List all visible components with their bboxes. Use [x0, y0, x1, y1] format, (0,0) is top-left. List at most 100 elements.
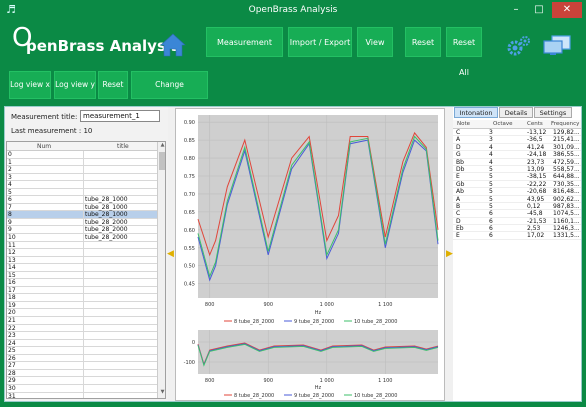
column-header-cents[interactable]: Cents	[527, 121, 543, 127]
import-export-button[interactable]: Import / Export	[288, 27, 352, 57]
table-row[interactable]: 23	[7, 332, 157, 340]
collapse-right-icon[interactable]: ▶	[446, 249, 453, 259]
reset-button[interactable]: Reset	[405, 27, 441, 57]
row-title	[83, 249, 85, 257]
home-icon[interactable]	[160, 32, 186, 58]
table-row[interactable]: 3	[7, 173, 157, 182]
gear-icon[interactable]	[505, 34, 531, 58]
column-header-note[interactable]: Note	[457, 121, 470, 127]
column-header-frequency[interactable]: Frequency	[551, 121, 579, 127]
table-row[interactable]: 19	[7, 301, 157, 310]
change-background-button[interactable]: Change background	[131, 71, 208, 115]
row-title: tube_28_1000	[83, 196, 128, 204]
table-row[interactable]: 16	[7, 279, 157, 287]
column-header-title[interactable]: title	[117, 143, 129, 150]
measurement-title-input[interactable]: measurement_1	[80, 110, 160, 122]
intonation-row[interactable]: Gb 5 -22,22 730,35...	[453, 181, 581, 189]
table-row[interactable]: 29	[7, 377, 157, 385]
table-row[interactable]: 30	[7, 384, 157, 393]
table-row[interactable]: 9 tube_28_2000	[7, 226, 157, 235]
log-view-y-button[interactable]: Log view y	[54, 71, 96, 99]
tab-details[interactable]: Details	[499, 107, 533, 118]
intonation-row[interactable]: Db 5 13,09 558,57...	[453, 165, 581, 174]
reset-all-button[interactable]: Reset All	[446, 27, 482, 77]
table-row[interactable]: 22	[7, 324, 157, 333]
intonation-row[interactable]: E 6 17,02 1331,5...	[453, 232, 581, 240]
intonation-cents: -13,12	[527, 129, 547, 136]
table-row[interactable]: 25	[7, 347, 157, 355]
table-row[interactable]: 28	[7, 369, 157, 378]
minimize-button[interactable]: –	[505, 2, 527, 18]
log-view-x-button[interactable]: Log view x	[9, 71, 51, 99]
intonation-note: G	[456, 151, 461, 159]
intonation-row[interactable]: G 4 -24,18 386,55...	[453, 151, 581, 159]
intonation-note: Ab	[456, 188, 464, 196]
close-button[interactable]: ✕	[552, 2, 582, 18]
table-row[interactable]: 13	[7, 256, 157, 265]
table-row[interactable]: 15	[7, 271, 157, 280]
column-header-octave[interactable]: Octave	[493, 121, 513, 127]
row-num: 13	[8, 256, 16, 264]
table-row[interactable]: 4	[7, 181, 157, 189]
intonation-row[interactable]: C 6 -45,8 1074,5...	[453, 210, 581, 218]
view-button[interactable]: View	[357, 27, 393, 57]
column-header-num[interactable]: Num	[37, 143, 51, 150]
table-row[interactable]: 18	[7, 294, 157, 302]
table-row[interactable]: 5	[7, 188, 157, 197]
table-row[interactable]: 27	[7, 362, 157, 370]
y-tick-label: 0.50	[184, 264, 195, 270]
screens-icon[interactable]	[543, 35, 571, 57]
intonation-cents: -24,18	[527, 151, 547, 159]
table-row[interactable]: 9 tube_28_2000	[7, 218, 157, 227]
table-row[interactable]: 26	[7, 354, 157, 363]
row-num: 7	[8, 203, 12, 211]
table-row[interactable]: 7 tube_28_1000	[7, 203, 157, 212]
intonation-row[interactable]: A 3 -36,5 215,41...	[453, 136, 581, 144]
plot-area	[198, 115, 438, 298]
intonation-frequency: 558,57...	[553, 165, 580, 173]
scroll-down-icon[interactable]: ▼	[158, 389, 165, 398]
table-row[interactable]: 24	[7, 339, 157, 348]
intonation-row[interactable]: C 3 -13,12 129,82...	[453, 129, 581, 137]
phase-chart[interactable]: 0 -100 800 900 1 000 1 100 Hz 8 tube_28_2000 9 t…	[176, 327, 444, 400]
table-row[interactable]: 17	[7, 286, 157, 295]
table-scrollbar[interactable]: ▲ ▼	[157, 142, 165, 398]
intonation-row[interactable]: E 5 -38,15 644,88...	[453, 173, 581, 181]
collapse-left-icon[interactable]: ◀	[167, 249, 174, 259]
tab-intonation[interactable]: Intonation	[454, 107, 498, 118]
table-row[interactable]: 2	[7, 166, 157, 174]
intonation-row[interactable]: Eb 6 2,53 1246,3...	[453, 225, 581, 233]
intonation-row[interactable]: D 4 41,24 301,09...	[453, 144, 581, 152]
x-tick-label: 1 100	[378, 378, 392, 384]
x-tick-label: 1 000	[320, 302, 334, 308]
table-row[interactable]: 8 tube_28_1000	[7, 211, 157, 219]
y-tick-label: 0.75	[184, 174, 195, 180]
table-row[interactable]: 21	[7, 317, 157, 325]
maximize-button[interactable]: □	[528, 2, 550, 18]
table-row[interactable]: 12	[7, 249, 157, 257]
tab-settings[interactable]: Settings	[534, 107, 572, 118]
table-row[interactable]: 0	[7, 151, 157, 159]
table-row[interactable]: 31	[7, 392, 157, 398]
intonation-row[interactable]: Ab 5 -20,68 816,48...	[453, 188, 581, 196]
table-row[interactable]: 6 tube_28_1000	[7, 196, 157, 204]
scroll-up-icon[interactable]: ▲	[158, 142, 165, 151]
row-num: 20	[8, 309, 16, 317]
table-row[interactable]: 20	[7, 309, 157, 318]
row-num: 22	[8, 324, 16, 332]
logo-text: penBrass Analysis	[26, 37, 180, 55]
intonation-row[interactable]: Bb 4 23,73 472,59...	[453, 159, 581, 166]
main-chart[interactable]: 0.90 0.85 0.80 0.75 0.70 0.65 0.60 0.55 0.50 0.45…	[176, 109, 444, 327]
table-row[interactable]: 10 tube_28_2000	[7, 234, 157, 242]
chart-reset-button[interactable]: Reset	[98, 71, 128, 99]
table-row[interactable]: 14	[7, 264, 157, 272]
row-title	[83, 332, 85, 340]
scroll-thumb[interactable]	[159, 152, 165, 170]
table-row[interactable]: 1	[7, 158, 157, 167]
table-row[interactable]: 11	[7, 241, 157, 250]
intonation-row[interactable]: B 5 0,12 987,83...	[453, 203, 581, 211]
intonation-row[interactable]: A 5 43,95 902,62...	[453, 196, 581, 203]
intonation-row[interactable]: D 6 -21,53 1160,1...	[453, 218, 581, 226]
intonation-note: A	[456, 136, 461, 144]
measurement-button[interactable]: Measurement	[206, 27, 283, 57]
